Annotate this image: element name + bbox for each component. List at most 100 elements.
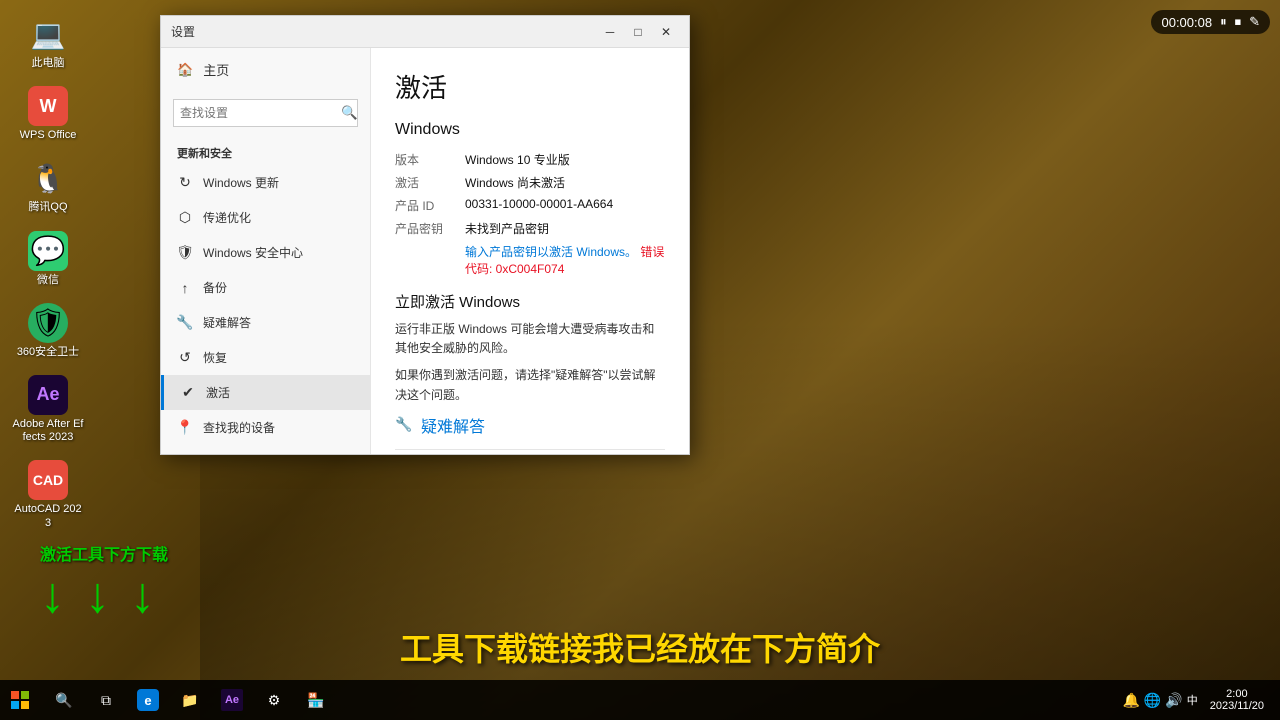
- sidebar-item-troubleshoot[interactable]: 🔧 疑难解答: [161, 305, 370, 340]
- page-title: 激活: [395, 68, 665, 105]
- sidebar-item-label: 备份: [203, 279, 227, 296]
- sidebar-item-label: 恢复: [203, 349, 227, 366]
- settings-sidebar: 🏠 主页 🔍 更新和安全 ↻ Windows 更新 ⬡ 传递优化 �: [161, 48, 371, 454]
- taskbar-store[interactable]: 🏪: [296, 680, 336, 720]
- sidebar-item-label: Windows 更新: [203, 174, 279, 191]
- desktop: 💻 此电脑 W WPS Office 🐧 腾讯QQ 💬 微信 🛡 360安全卫士…: [0, 0, 1280, 720]
- windows-update-icon: ↻: [177, 175, 193, 191]
- taskbar-ae-icon: Ae: [221, 689, 243, 711]
- maximize-button[interactable]: □: [625, 22, 651, 42]
- desktop-icon-360[interactable]: 🛡 360安全卫士: [8, 299, 88, 363]
- explorer-icon: 📁: [179, 689, 201, 711]
- home-label: 主页: [203, 60, 229, 79]
- edge-icon: e: [137, 689, 159, 711]
- taskbar-ae[interactable]: Ae: [212, 680, 252, 720]
- divider: [395, 449, 665, 450]
- arrow-down-1: ↓: [40, 570, 65, 620]
- activation-label: 激活: [395, 174, 465, 191]
- qq-icon: 🐧: [28, 158, 68, 198]
- sidebar-home[interactable]: 🏠 主页: [161, 48, 370, 91]
- close-button[interactable]: ✕: [653, 22, 679, 42]
- desktop-icon-this-pc[interactable]: 💻 此电脑: [8, 10, 88, 74]
- taskbar-lang[interactable]: 中: [1187, 692, 1198, 708]
- desktop-icons: 💻 此电脑 W WPS Office 🐧 腾讯QQ 💬 微信 🛡 360安全卫士…: [8, 10, 88, 534]
- section-windows-title: Windows: [395, 121, 665, 139]
- activate-desc2: 如果你遇到激活问题，请选择"疑难解答"以尝试解决这个问题。: [395, 366, 665, 404]
- info-row-version: 版本 Windows 10 专业版: [395, 151, 665, 168]
- arrow-down-3: ↓: [130, 570, 155, 620]
- recovery-icon: ↺: [177, 350, 193, 366]
- security-icon: 🛡: [177, 245, 193, 261]
- activation-value: Windows 尚未激活: [465, 174, 565, 191]
- taskbar-edge[interactable]: e: [128, 680, 168, 720]
- 360-label: 360安全卫士: [17, 346, 79, 359]
- desktop-icon-wechat[interactable]: 💬 微信: [8, 227, 88, 291]
- find-device-icon: 📍: [177, 420, 193, 436]
- this-pc-icon: 💻: [28, 14, 68, 54]
- wechat-label: 微信: [37, 274, 59, 287]
- desktop-icon-autocad[interactable]: CAD AutoCAD 2023: [8, 456, 88, 533]
- timer-text: 00:00:08: [1161, 15, 1212, 30]
- troubleshoot-link[interactable]: 疑难解答: [421, 413, 485, 437]
- sidebar-item-activation[interactable]: ✔ 激活: [161, 375, 370, 410]
- taskbar-search-icon: 🔍: [53, 689, 75, 711]
- minimize-button[interactable]: ─: [597, 22, 623, 42]
- date-display: 2023/11/20: [1210, 700, 1264, 712]
- info-row-product-id: 产品 ID 00331-10000-00001-AA664: [395, 197, 665, 214]
- sidebar-item-recovery[interactable]: ↺ 恢复: [161, 340, 370, 375]
- troubleshoot-action[interactable]: 🔧 疑难解答: [395, 413, 665, 437]
- search-button[interactable]: 🔍: [341, 99, 358, 127]
- sidebar-item-label: 疑难解答: [203, 314, 251, 331]
- stop-icon[interactable]: ⏹: [1235, 14, 1242, 30]
- product-key-label: 产品密钥: [395, 220, 465, 237]
- activate-now-title: 立即激活 Windows: [395, 291, 665, 312]
- sidebar-item-windows-update[interactable]: ↻ Windows 更新: [161, 165, 370, 200]
- window-title: 设置: [171, 23, 195, 40]
- home-icon: 🏠: [177, 62, 193, 78]
- sidebar-item-backup[interactable]: ↑ 备份: [161, 270, 370, 305]
- sidebar-item-security[interactable]: 🛡 Windows 安全中心: [161, 235, 370, 270]
- arrows-row: ↓ ↓ ↓: [40, 570, 155, 620]
- taskbar-wifi-icon[interactable]: 🌐: [1144, 692, 1161, 709]
- taskbar-apps: 🔍 ⧉ e 📁 Ae ⚙ 🏪: [40, 680, 340, 720]
- pause-icon[interactable]: ⏸: [1220, 14, 1227, 30]
- taskbar-store-icon: 🏪: [305, 689, 327, 711]
- this-pc-label: 此电脑: [32, 57, 65, 70]
- taskbar-search[interactable]: 🔍: [44, 680, 84, 720]
- desktop-icon-after-effects[interactable]: Ae Adobe After Effects 2023: [8, 371, 88, 448]
- search-input[interactable]: [174, 106, 341, 120]
- sidebar-item-label: Windows 安全中心: [203, 244, 303, 261]
- edit-icon[interactable]: ✎: [1249, 14, 1260, 30]
- settings-window: 设置 ─ □ ✕ 🏠 主页 🔍 更新和安全 ↻: [160, 15, 690, 455]
- task-view-icon: ⧉: [95, 689, 117, 711]
- sidebar-item-developer[interactable]: ⚙ 开发者选项: [161, 445, 370, 454]
- taskbar-task-view[interactable]: ⧉: [86, 680, 126, 720]
- wps-icon: W: [28, 86, 68, 126]
- error-spacer: [395, 243, 465, 277]
- start-button[interactable]: [0, 680, 40, 720]
- search-box: 🔍: [173, 99, 358, 127]
- taskbar-notification-icon[interactable]: 🔔: [1122, 692, 1139, 709]
- overlay-arrows: 激活工具下方下载 ↓ ↓ ↓: [40, 541, 168, 620]
- ae-icon: Ae: [28, 375, 68, 415]
- delivery-opt-icon: ⬡: [177, 210, 193, 226]
- wps-label: WPS Office: [20, 129, 77, 142]
- desktop-icon-wps[interactable]: W WPS Office: [8, 82, 88, 146]
- sidebar-item-label: 传递优化: [203, 209, 251, 226]
- taskbar-volume-icon[interactable]: 🔊: [1165, 692, 1182, 709]
- desktop-icon-qq[interactable]: 🐧 腾讯QQ: [8, 154, 88, 218]
- taskbar-settings[interactable]: ⚙: [254, 680, 294, 720]
- sidebar-section-label: 更新和安全: [161, 135, 370, 165]
- arrow-down-2: ↓: [85, 570, 110, 620]
- info-row-product-key: 产品密钥 未找到产品密钥: [395, 220, 665, 237]
- enter-key-link[interactable]: 输入产品密钥以激活 Windows。: [465, 245, 637, 259]
- info-row-error: 输入产品密钥以激活 Windows。 错误代码: 0xC004F074: [395, 243, 665, 277]
- error-message: 输入产品密钥以激活 Windows。 错误代码: 0xC004F074: [465, 243, 665, 277]
- sidebar-item-find-device[interactable]: 📍 查找我的设备: [161, 410, 370, 445]
- taskbar-explorer[interactable]: 📁: [170, 680, 210, 720]
- sidebar-item-delivery-opt[interactable]: ⬡ 传递优化: [161, 200, 370, 235]
- version-value: Windows 10 专业版: [465, 151, 570, 168]
- taskbar-time[interactable]: 2:00 2023/11/20: [1202, 688, 1272, 712]
- autocad-icon: CAD: [28, 460, 68, 500]
- autocad-label: AutoCAD 2023: [12, 503, 84, 529]
